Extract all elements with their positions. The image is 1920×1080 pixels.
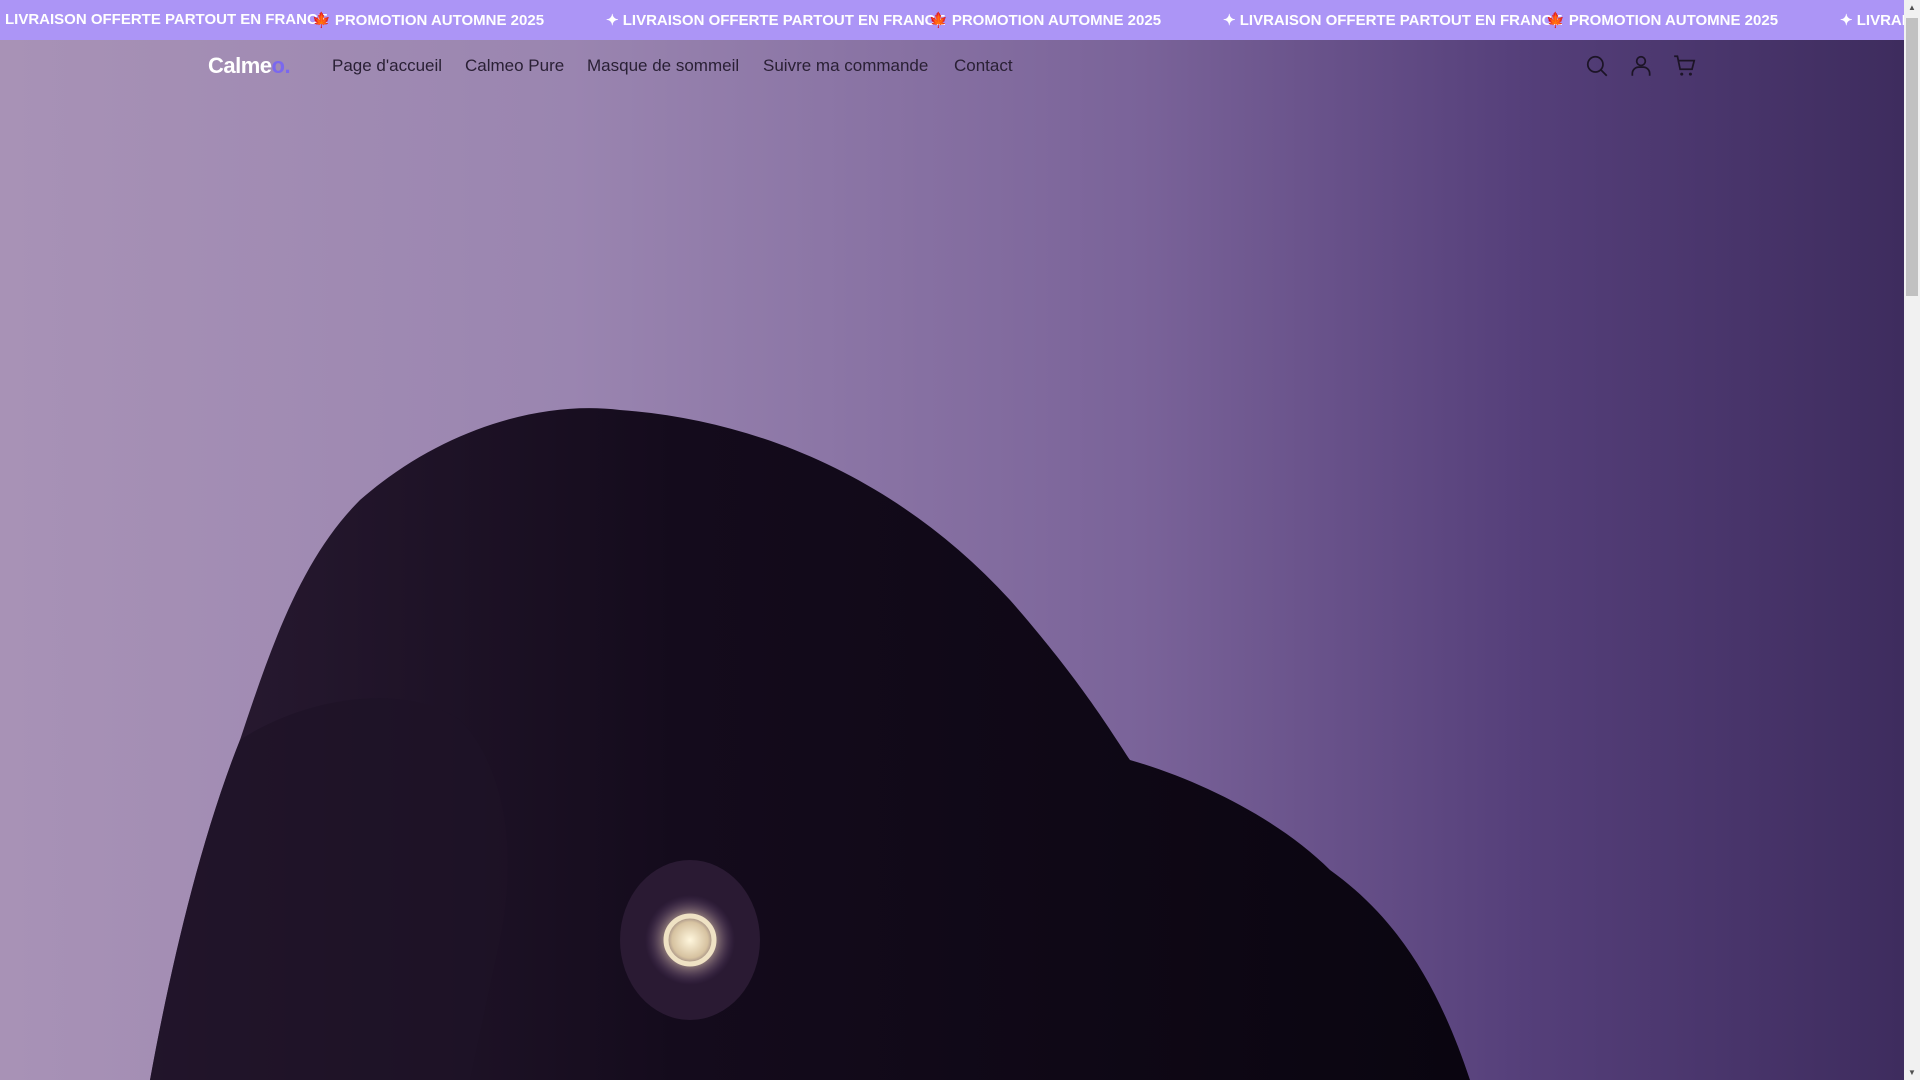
hero-silhouette — [150, 408, 1470, 1080]
ticker-item: LIVRAISON OFFERTE PARTOUT EN FRANCE — [5, 11, 328, 28]
logo-text: Calme — [208, 53, 272, 78]
cart-icon[interactable] — [1672, 53, 1698, 79]
hero-image — [0, 40, 1904, 1080]
scrollbar[interactable]: ▲ ▼ — [1904, 0, 1920, 1080]
nav-sleep-mask[interactable]: Masque de sommeil — [587, 56, 739, 76]
nav-home[interactable]: Page d'accueil — [332, 56, 442, 76]
scrollbar-thumb[interactable] — [1906, 18, 1918, 296]
ticker-item: ✦ LIVRAISON OFFERTE PARTOUT EN FRANCE — [1223, 12, 1563, 29]
scroll-up-icon[interactable]: ▲ — [1908, 3, 1916, 12]
ticker-item: 🍁 PROMOTION AUTOMNE 2025 — [1546, 12, 1779, 29]
site-header: Calmeo. Page d'accueil Calmeo Pure Masqu… — [0, 40, 1904, 92]
scroll-down-icon[interactable]: ▼ — [1908, 1068, 1916, 1077]
ticker-item: ✦ LIVRAIS — [1840, 12, 1904, 29]
announcement-ticker: LIVRAISON OFFERTE PARTOUT EN FRANCE 🍁 PR… — [0, 0, 1904, 40]
ticker-item: 🍁 PROMOTION AUTOMNE 2025 — [929, 12, 1162, 29]
nav-track-order[interactable]: Suivre ma commande — [763, 56, 928, 76]
nav-contact[interactable]: Contact — [954, 56, 1013, 76]
ticker-item: 🍁 PROMOTION AUTOMNE 2025 — [312, 12, 545, 29]
logo-dot: o. — [271, 53, 291, 78]
nav-calmeo-pure[interactable]: Calmeo Pure — [465, 56, 564, 76]
account-icon[interactable] — [1628, 53, 1654, 79]
search-icon[interactable] — [1584, 53, 1610, 79]
logo[interactable]: Calmeo. — [208, 53, 291, 79]
ticker-item: ✦ LIVRAISON OFFERTE PARTOUT EN FRANCE — [606, 12, 946, 29]
